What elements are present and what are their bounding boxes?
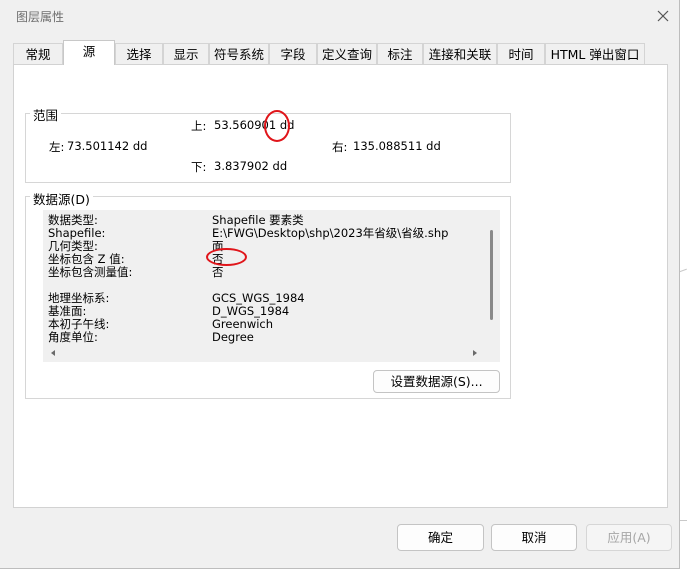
tab-general[interactable]: 常规 — [13, 43, 63, 64]
tab-time[interactable]: 时间 — [497, 43, 545, 64]
extent-right-value: 135.088511 dd — [353, 139, 441, 153]
list-item-label: 坐标包含测量值: — [48, 265, 133, 279]
background-line — [679, 268, 687, 273]
list-item-label: 角度单位: — [48, 330, 98, 344]
tab-symbology[interactable]: 符号系统 — [209, 43, 269, 64]
window-title: 图层属性 — [16, 10, 65, 24]
scroll-arrows — [51, 350, 477, 356]
tab-definition-query[interactable]: 定义查询 — [317, 43, 377, 64]
close-icon — [657, 10, 669, 22]
extent-group-title: 范围 — [30, 105, 62, 124]
list-item-value: Degree — [212, 330, 254, 344]
list-item-label: Shapefile: — [48, 226, 106, 240]
scroll-left-icon[interactable] — [51, 350, 55, 356]
horizontal-scrollbar[interactable] — [44, 347, 484, 359]
tab-display[interactable]: 显示 — [163, 43, 209, 64]
tab-fields[interactable]: 字段 — [269, 43, 317, 64]
list-item-label: 地理坐标系: — [48, 291, 110, 305]
layer-properties-dialog: 图层属性 常规 源 选择 显示 符号系统 字段 定义查询 标注 连接和关联 时间… — [0, 0, 680, 569]
extent-left-value: 73.501142 dd — [67, 139, 148, 153]
list-item-value: Greenwich — [212, 317, 274, 331]
apply-button[interactable]: 应用(A) — [586, 524, 672, 551]
list-item-label: 基准面: — [48, 304, 87, 318]
close-button[interactable] — [653, 6, 673, 26]
list-item-value: E:\FWG\Desktop\shp\2023年省级\省级.shp — [212, 226, 449, 240]
list-item-value: 否 — [212, 265, 224, 279]
list-item-label: 本初子午线: — [48, 317, 110, 331]
tab-joins-relates[interactable]: 连接和关联 — [423, 43, 497, 64]
annotation-oval-z-value — [206, 248, 247, 266]
extent-bottom-label: 下: — [191, 160, 207, 174]
tab-selection[interactable]: 选择 — [115, 43, 163, 64]
set-data-source-button[interactable]: 设置数据源(S)... — [373, 370, 500, 393]
cancel-button[interactable]: 取消 — [491, 524, 577, 551]
extent-bottom-value: 3.837902 dd — [214, 159, 288, 173]
title-bar: 图层属性 — [0, 0, 679, 32]
annotation-oval-dd — [264, 110, 290, 142]
extent-right-label: 右: — [332, 140, 348, 154]
ok-button[interactable]: 确定 — [397, 524, 484, 551]
list-item-value: Shapefile 要素类 — [212, 213, 304, 227]
datasource-info-list[interactable]: 数据类型: Shapefile 要素类 Shapefile: E:\FWG\De… — [43, 210, 500, 362]
extent-left-label: 左: — [49, 140, 65, 154]
tab-strip: 常规 源 选择 显示 符号系统 字段 定义查询 标注 连接和关联 时间 HTML… — [13, 40, 668, 65]
list-item-label: 几何类型: — [48, 239, 98, 253]
datasource-group-title: 数据源(D) — [30, 189, 93, 208]
list-item-value: D_WGS_1984 — [212, 304, 290, 318]
list-item-label: 数据类型: — [48, 213, 98, 227]
background-line — [679, 520, 687, 521]
tab-source[interactable]: 源 — [63, 40, 115, 65]
extent-top-label: 上: — [191, 119, 207, 133]
vertical-scrollbar[interactable] — [487, 212, 497, 342]
tab-html-popup[interactable]: HTML 弹出窗口 — [545, 43, 645, 64]
list-item-label: 坐标包含 Z 值: — [48, 252, 125, 266]
list-item-value: GCS_WGS_1984 — [212, 291, 305, 305]
scroll-right-icon[interactable] — [473, 350, 477, 356]
tab-labels[interactable]: 标注 — [377, 43, 423, 64]
scrollbar-thumb[interactable] — [490, 230, 493, 320]
